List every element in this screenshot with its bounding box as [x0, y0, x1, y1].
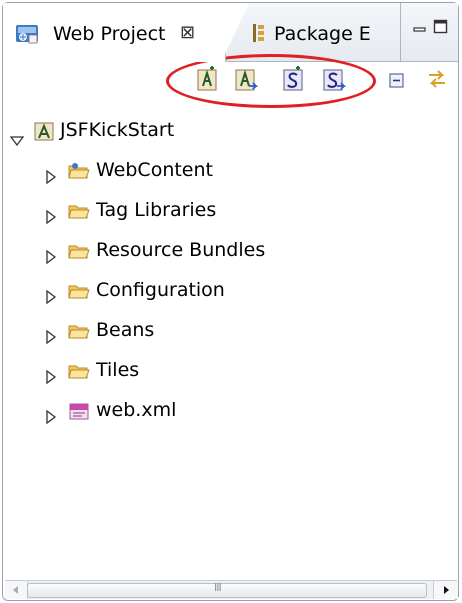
web-project-icon	[15, 23, 41, 45]
tree-item-label: Beans	[96, 319, 155, 341]
tree-item-label: Resource Bundles	[96, 239, 266, 261]
tree-root-label: JSFKickStart	[60, 119, 175, 141]
jsf-project-icon	[34, 120, 56, 141]
tree-item-resource-bundles[interactable]: Resource Bundles	[46, 235, 346, 265]
tree-item-label: web.xml	[96, 399, 177, 421]
tab-web-project[interactable]: Web Project ⊠	[3, 3, 249, 62]
collapsed-twisty-icon[interactable]	[46, 203, 57, 233]
tree-item-configuration[interactable]: Configuration	[46, 275, 346, 305]
web-content-folder-icon	[68, 160, 90, 180]
collapsed-twisty-icon[interactable]	[46, 323, 57, 353]
collapsed-twisty-icon[interactable]	[46, 283, 57, 313]
folder-icon	[68, 280, 90, 300]
maximize-icon[interactable]	[433, 19, 449, 35]
collapsed-twisty-icon[interactable]	[46, 363, 57, 393]
tab-package-explorer-label: Package E	[274, 23, 371, 45]
tab-package-explorer[interactable]: Package E	[240, 3, 390, 61]
tree-item-tiles[interactable]: Tiles	[46, 355, 346, 385]
folder-icon	[68, 320, 90, 340]
folder-icon	[68, 360, 90, 380]
link-with-editor-icon[interactable]	[426, 68, 448, 90]
xml-file-icon	[68, 400, 90, 420]
minimize-icon[interactable]	[413, 21, 427, 32]
tree-item-beans[interactable]: Beans	[46, 315, 346, 345]
scroll-left-button[interactable]	[5, 581, 28, 599]
tree-item-tag-libraries[interactable]: Tag Libraries	[46, 195, 346, 225]
view-window-controls	[400, 3, 457, 61]
collapse-all-icon[interactable]	[388, 72, 406, 90]
expanded-twisty-icon[interactable]	[9, 125, 25, 155]
folder-icon	[68, 240, 90, 260]
tab-web-project-label: Web Project	[53, 23, 166, 45]
tree-item-label: WebContent	[96, 159, 213, 181]
tree-root-item[interactable]: JSFKickStart	[9, 115, 310, 147]
tree-item-label: Tag Libraries	[96, 199, 217, 221]
collapsed-twisty-icon[interactable]	[46, 403, 57, 433]
package-explorer-icon	[252, 23, 266, 43]
scrollbar-thumb[interactable]: III	[27, 581, 427, 598]
scroll-right-button[interactable]	[433, 581, 458, 599]
tree-item-webcontent[interactable]: WebContent	[46, 155, 346, 185]
scrollbar-grip: III	[214, 581, 222, 594]
close-icon[interactable]: ⊠	[180, 22, 195, 43]
folder-icon	[68, 200, 90, 220]
tree-item-label: Tiles	[96, 359, 140, 381]
collapsed-twisty-icon[interactable]	[46, 243, 57, 273]
collapsed-twisty-icon[interactable]	[46, 163, 57, 193]
tree-item-label: Configuration	[96, 279, 225, 301]
highlight-annotation	[166, 54, 376, 108]
horizontal-scrollbar[interactable]: III	[5, 580, 458, 599]
tree-item-web-xml[interactable]: web.xml	[46, 395, 346, 425]
